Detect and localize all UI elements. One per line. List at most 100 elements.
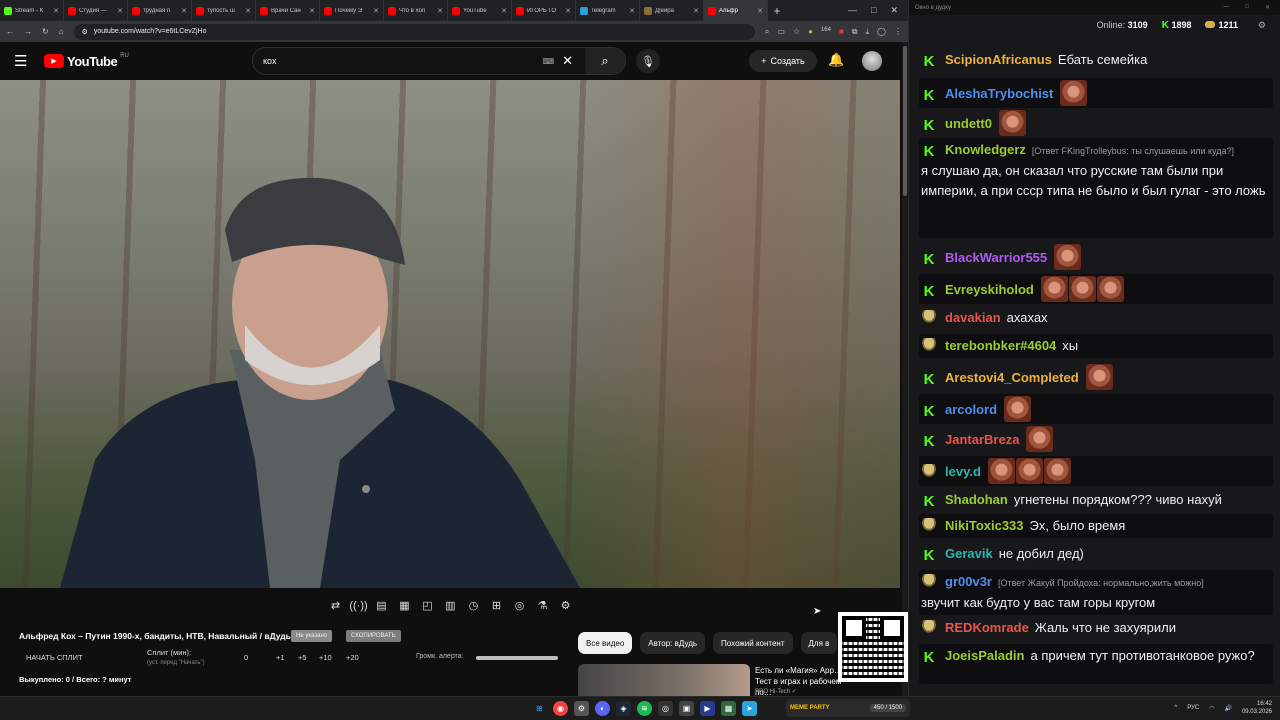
app-icon[interactable]: ⚙	[574, 701, 589, 716]
player-tool-icon[interactable]: ◷	[466, 598, 481, 613]
chat-username[interactable]: REDKomrade	[945, 620, 1029, 635]
youtube-logo[interactable]: ▶ YouTube RU	[44, 53, 129, 69]
video-player[interactable]	[0, 80, 900, 588]
steam-icon[interactable]: ◈	[616, 701, 631, 716]
search-button[interactable]: ⌕	[585, 48, 625, 74]
player-tool-icon[interactable]: ⇄	[328, 598, 343, 613]
app-icon-3[interactable]: ▦	[721, 701, 736, 716]
home-icon[interactable]: ⌂	[59, 27, 64, 36]
reload-icon[interactable]: ↻	[42, 27, 49, 36]
player-tool-icon[interactable]: ⚗	[535, 598, 550, 613]
browser-tab[interactable]: YouTube ✕	[448, 0, 512, 21]
split-add-1[interactable]: +1	[276, 653, 285, 662]
chat-close-icon[interactable]: ✕	[1265, 4, 1270, 11]
url-field[interactable]: ⚙ youtube.com/watch?v=e6tLCevZjHo	[73, 23, 755, 40]
player-tool-icon[interactable]: ⚙	[558, 598, 573, 613]
discord-icon[interactable]: ◐	[595, 701, 610, 716]
voice-search-button[interactable]: 🎙	[636, 49, 660, 73]
filter-chip[interactable]: Все видео	[578, 632, 633, 654]
maximize-icon[interactable]: □	[871, 5, 876, 16]
obs-icon[interactable]: ◎	[658, 701, 673, 716]
chat-message-list[interactable]: K ScipionAfricanus Ебать семейка K AleshaTry…	[919, 36, 1279, 688]
chat-username[interactable]: gr00v3r	[945, 574, 992, 589]
tab-close-icon[interactable]: ✕	[245, 7, 251, 15]
meme-party-widget[interactable]: MEME PARTY 450 / 1500	[786, 699, 910, 717]
extensions-puzzle-icon[interactable]: ⧉	[852, 27, 858, 37]
network-icon[interactable]: ◠	[1209, 705, 1214, 712]
player-tool-icon[interactable]: ◎	[512, 598, 527, 613]
tab-close-icon[interactable]: ✕	[437, 7, 443, 15]
site-info-icon[interactable]: ⚙	[82, 28, 88, 36]
page-scrollbar-thumb[interactable]	[903, 46, 907, 196]
hamburger-menu-icon[interactable]: ☰	[14, 52, 38, 70]
player-tool-icon[interactable]: ▦	[397, 598, 412, 613]
chat-username[interactable]: davakian	[945, 310, 1001, 325]
tab-close-icon[interactable]: ✕	[629, 7, 635, 15]
zoom-icon[interactable]: ⌕	[765, 27, 769, 37]
chat-username[interactable]: AleshaTrybochist	[945, 86, 1053, 101]
chat-username[interactable]: terebonbker#4604	[945, 338, 1056, 353]
tab-close-icon[interactable]: ✕	[53, 7, 59, 15]
chat-username[interactable]: JantarBreza	[945, 432, 1019, 447]
extension-red-icon[interactable]: ■	[839, 27, 844, 37]
chat-username[interactable]: BlackWarrior555	[945, 250, 1047, 265]
chrome-icon[interactable]: ◉	[553, 701, 568, 716]
split-add-20[interactable]: +20	[346, 653, 359, 662]
browser-tab[interactable]: Stream - К ✕	[0, 0, 64, 21]
clear-search-icon[interactable]: ✕	[562, 53, 573, 69]
split-add-10[interactable]: +10	[319, 653, 332, 662]
create-button[interactable]: + Создать	[749, 50, 817, 72]
browser-tab[interactable]: Студия — ✕	[64, 0, 128, 21]
tray-chevron-icon[interactable]: ^	[1174, 705, 1177, 711]
player-tool-icon[interactable]: ▤	[374, 598, 389, 613]
chat-username[interactable]: Knowledgerz	[945, 142, 1026, 157]
alert-volume-slider[interactable]	[476, 656, 558, 660]
back-icon[interactable]: ←	[6, 27, 14, 36]
keyboard-icon[interactable]: ⌨	[543, 57, 555, 66]
chat-username[interactable]: ScipionAfricanus	[945, 52, 1052, 67]
copy-button[interactable]: СКОПИРОВАТЬ	[346, 630, 401, 642]
extension-coin-icon[interactable]: ●	[808, 27, 813, 37]
chat-username[interactable]: levy.d	[945, 464, 981, 479]
minimize-icon[interactable]: —	[848, 5, 857, 16]
player-tool-icon[interactable]: ⊞	[489, 598, 504, 613]
browser-tab[interactable]: Что в хол ✕	[384, 0, 448, 21]
forward-icon[interactable]: →	[24, 27, 32, 36]
chat-username[interactable]: Evreyskiholod	[945, 282, 1034, 297]
filter-chip[interactable]: Автор: вДудь	[640, 632, 706, 654]
player-tool-icon[interactable]: ◰	[420, 598, 435, 613]
chat-username[interactable]: Arestovi4_Completed	[945, 370, 1079, 385]
browser-tab[interactable]: Telegram ✕	[576, 0, 640, 21]
cast-icon[interactable]: ▭	[777, 27, 785, 37]
download-icon[interactable]: ⤓	[866, 27, 870, 37]
search-box[interactable]: кох ⌨ ✕ ⌕	[252, 47, 626, 75]
menu-dots-icon[interactable]: ⋮	[894, 27, 902, 37]
tab-close-icon[interactable]: ✕	[693, 7, 699, 15]
recommended-thumbnail[interactable]	[578, 664, 750, 696]
close-window-icon[interactable]: ✕	[890, 5, 898, 16]
account-avatar[interactable]	[862, 51, 882, 71]
tab-close-icon[interactable]: ✕	[181, 7, 187, 15]
chat-username[interactable]: arcolord	[945, 402, 997, 417]
chat-username[interactable]: Geravik	[945, 546, 993, 561]
tab-close-icon[interactable]: ✕	[309, 7, 315, 15]
new-tab-button[interactable]: +	[768, 4, 786, 18]
split-value-0[interactable]: 0	[244, 653, 248, 662]
player-icon[interactable]: ▶	[700, 701, 715, 716]
player-tool-icon[interactable]: ▥	[443, 598, 458, 613]
tab-close-icon[interactable]: ✕	[501, 7, 507, 15]
browser-tab[interactable]: Почему Э ✕	[320, 0, 384, 21]
app-icon-2[interactable]: ▣	[679, 701, 694, 716]
clock[interactable]: 16:42 09.03.2026	[1242, 700, 1272, 716]
chat-username[interactable]: JoeisPaladin	[945, 648, 1024, 663]
notifications-bell-icon[interactable]: 🔔	[828, 52, 844, 68]
chat-minimize-icon[interactable]: —	[1223, 4, 1229, 11]
telegram-icon[interactable]: ➤	[742, 701, 757, 716]
chat-maximize-icon[interactable]: □	[1245, 4, 1249, 11]
volume-icon[interactable]: 🔊	[1224, 705, 1231, 712]
chat-settings-icon[interactable]: ⚙	[1258, 20, 1266, 31]
windows-start-icon[interactable]: ⊞	[532, 701, 547, 716]
bookmark-star-icon[interactable]: ☆	[793, 27, 800, 37]
filter-chip[interactable]: Для в	[800, 632, 838, 654]
start-split-button[interactable]: НАЧАТЬ СПЛИТ	[26, 653, 83, 662]
